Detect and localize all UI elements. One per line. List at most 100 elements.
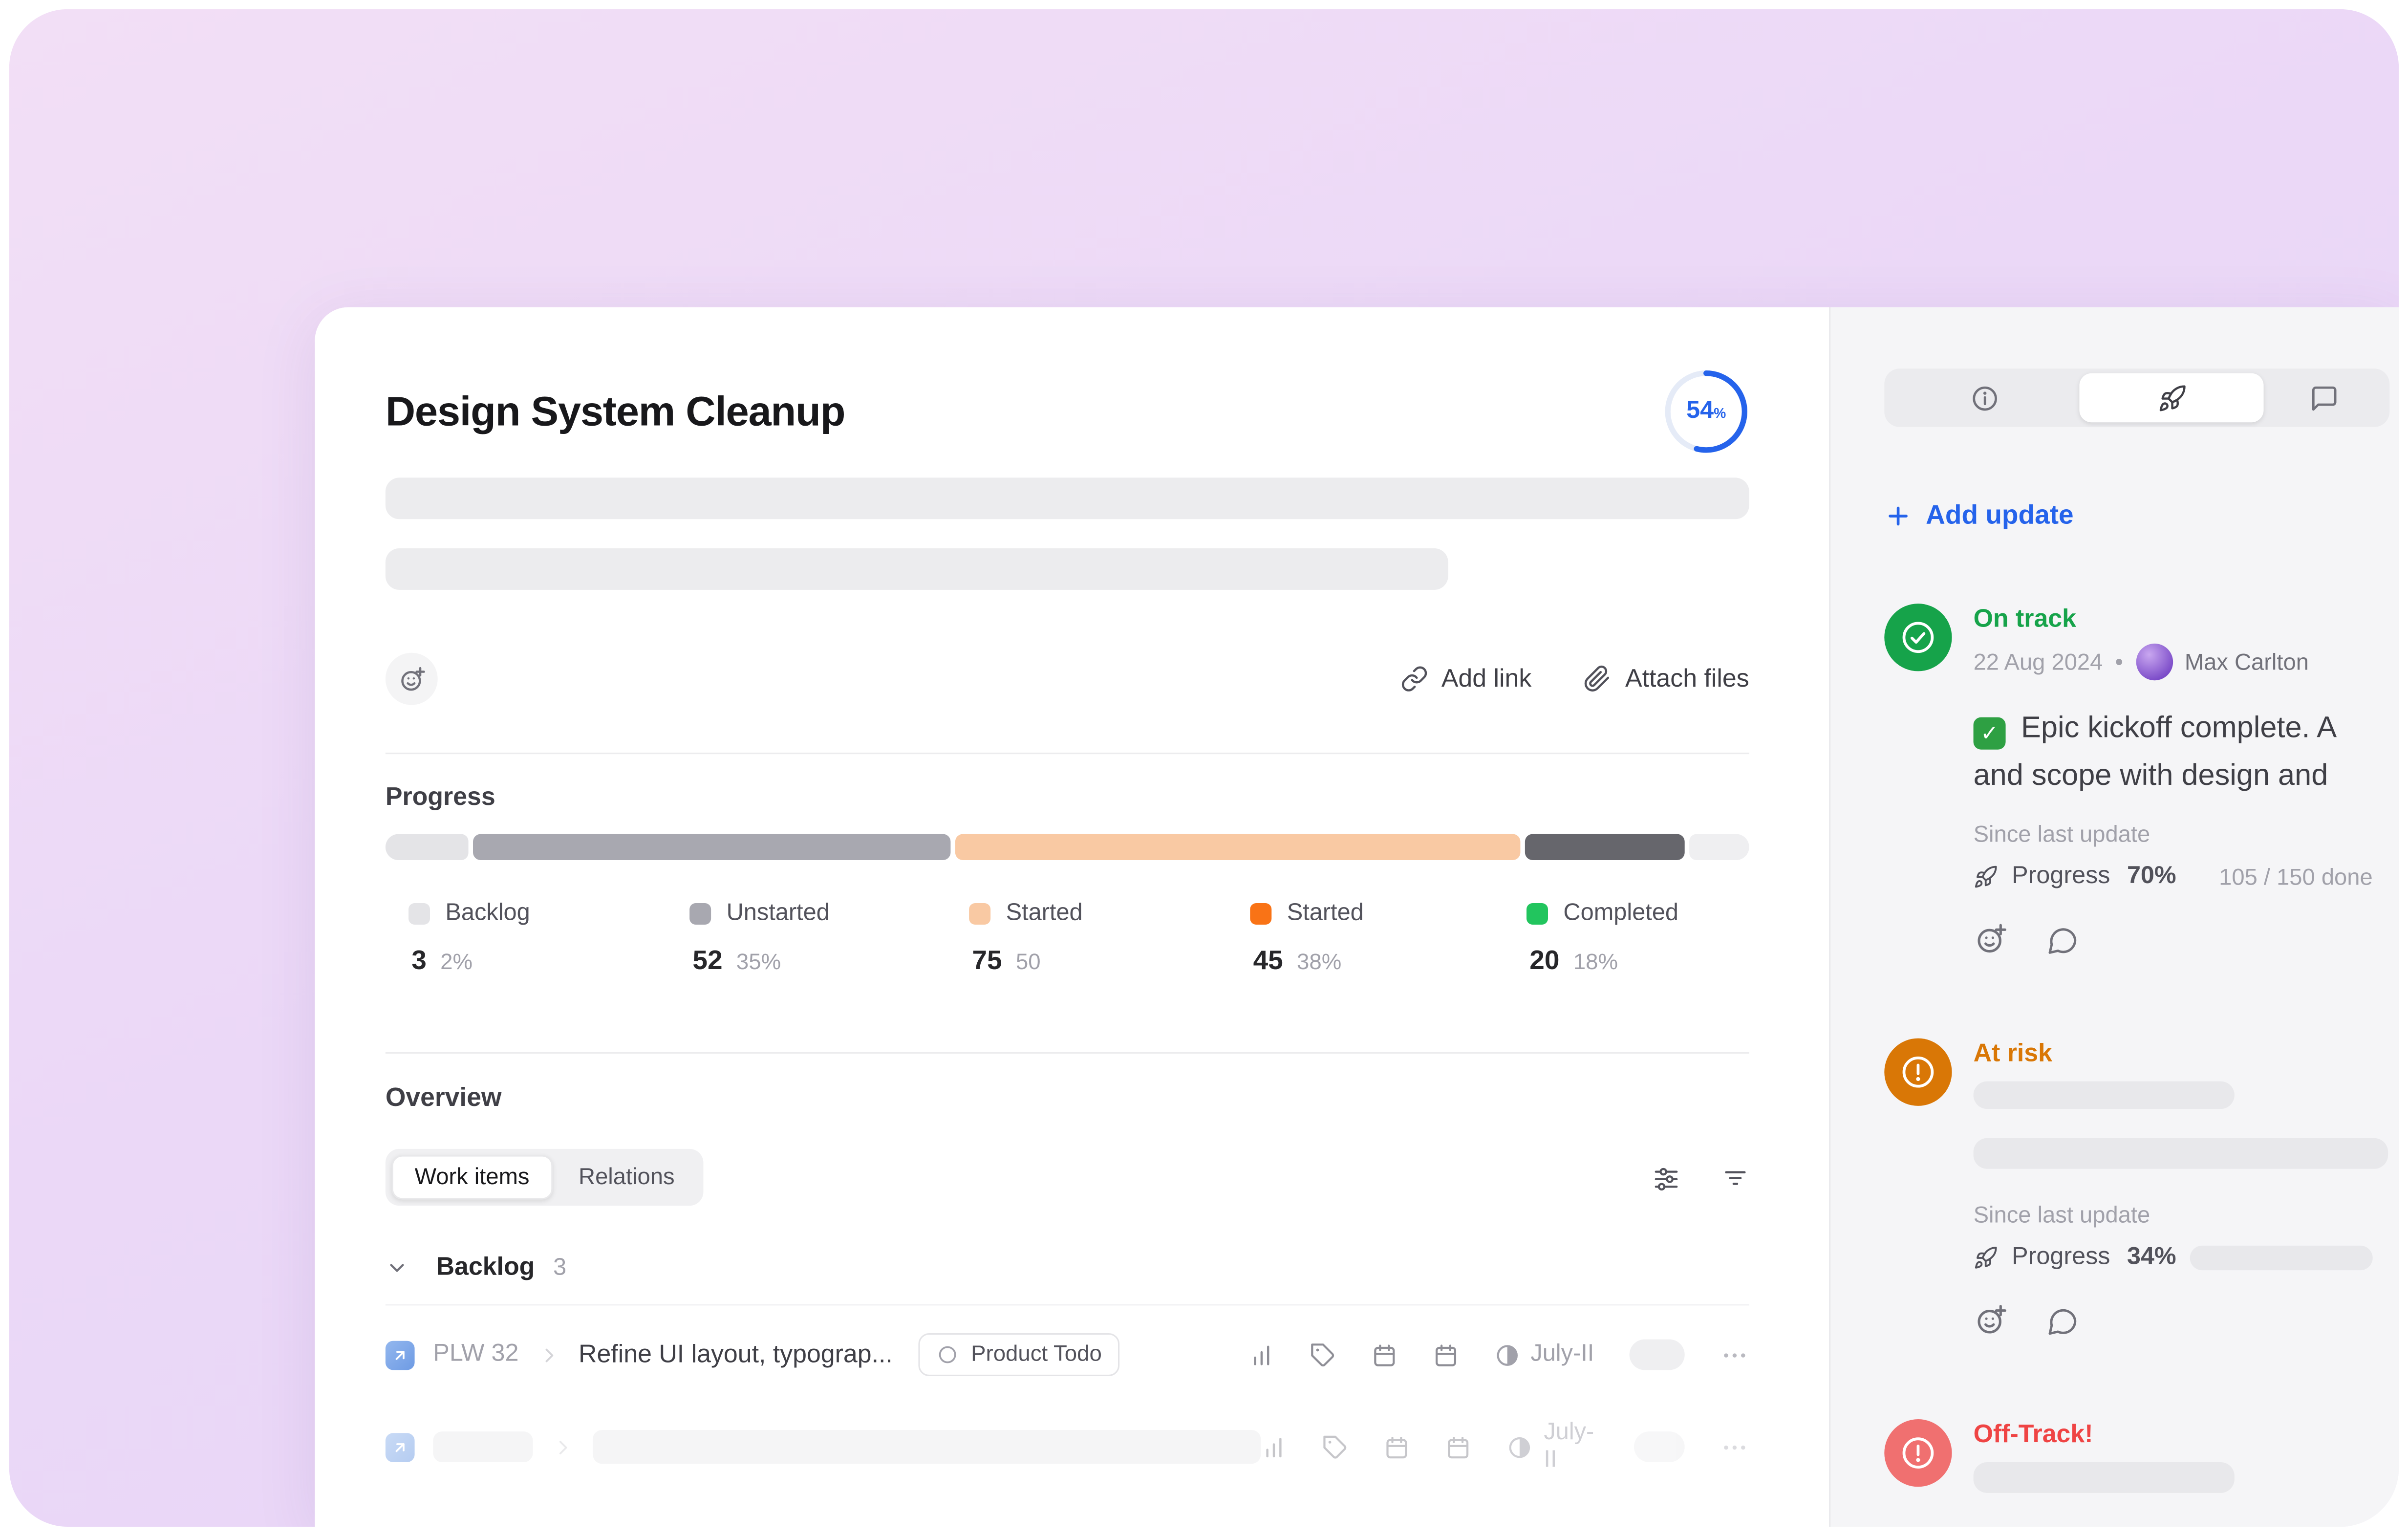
more-menu-icon[interactable] — [1720, 1340, 1749, 1369]
start-date-calendar-icon[interactable] — [1371, 1341, 1397, 1367]
legend-percent: 18% — [1573, 951, 1618, 975]
overview-tabs: Work items Relations — [386, 1149, 704, 1206]
due-date-calendar-icon — [1445, 1434, 1471, 1460]
legend-swatch-started-orange — [1250, 903, 1271, 925]
desktop-background: Design System Cleanup 54 % — [9, 9, 2399, 1527]
legend-swatch-backlog — [408, 903, 430, 925]
cycle-chip[interactable]: July-II — [1494, 1341, 1594, 1369]
group-count: 3 — [553, 1254, 566, 1282]
bar-chart-icon[interactable] — [1248, 1341, 1274, 1367]
cycle-name: July-II — [1544, 1419, 1599, 1474]
legend-item-backlog: Backlog 32% — [408, 900, 530, 977]
work-item-row[interactable]: PLW 32 Refine UI layout, typograp... Pro… — [386, 1325, 1749, 1384]
group-name: Backlog — [436, 1254, 535, 1283]
update-skeleton-line — [1974, 1462, 2235, 1493]
progress-stacked-bar — [386, 834, 1749, 860]
update-reactions — [1974, 1302, 2373, 1338]
update-progress-row: Progress 70% 105 / 150 done — [1974, 860, 2373, 894]
update-progress-row: Progress 34% — [1974, 1241, 2373, 1275]
legend-count: 75 — [972, 945, 1002, 977]
comment-icon — [2310, 383, 2339, 412]
legend-swatch-unstarted — [689, 903, 711, 925]
work-item-properties: July-II — [1248, 1340, 1749, 1370]
work-item-id-skeleton — [433, 1431, 533, 1462]
tab-comments[interactable] — [2264, 373, 2385, 423]
progress-ring-label: 54 % — [1663, 368, 1749, 454]
work-item-title[interactable]: Refine UI layout, typograp... — [579, 1340, 893, 1369]
bar-chart-icon — [1261, 1434, 1287, 1460]
smiley-plus-icon — [397, 664, 426, 693]
progress-segment-backlog — [386, 834, 469, 860]
cycle-half-circle-icon — [1494, 1341, 1520, 1367]
tab-work-items[interactable]: Work items — [391, 1155, 552, 1199]
work-item-properties: July-II — [1261, 1419, 1749, 1474]
plus-icon — [1884, 501, 1912, 529]
epic-detail-panel: Design System Cleanup 54 % — [315, 307, 1829, 1527]
filter-icon[interactable] — [1721, 1164, 1749, 1191]
add-reaction-button[interactable] — [386, 653, 438, 705]
legend-item-unstarted: Unstarted 5235% — [689, 900, 830, 977]
tab-updates[interactable] — [2079, 373, 2263, 423]
app-window: Design System Cleanup 54 % — [315, 307, 2399, 1527]
state-circle-icon — [937, 1344, 959, 1365]
attach-files-label: Attach files — [1625, 664, 1749, 693]
work-item-type-icon — [386, 1432, 415, 1462]
add-update-button[interactable]: Add update — [1884, 499, 2073, 531]
at-risk-status-icon — [1884, 1038, 1952, 1106]
legend-count: 45 — [1253, 945, 1283, 977]
overview-filter-icons — [1653, 1164, 1749, 1191]
state-badge[interactable]: Product Todo — [919, 1333, 1120, 1376]
add-link-button[interactable]: Add link — [1400, 664, 1531, 693]
progress-segment-completed — [1525, 834, 1685, 860]
update-content: At risk Since last update — [1974, 1038, 2373, 1338]
divider — [386, 753, 1749, 754]
legend-item-started: Started 7550 — [969, 900, 1083, 977]
display-settings-icon[interactable] — [1653, 1164, 1680, 1191]
info-icon — [1970, 383, 1999, 412]
due-date-calendar-icon[interactable] — [1432, 1341, 1458, 1367]
legend-count: 3 — [411, 945, 427, 977]
work-item-id: PLW 32 — [433, 1341, 518, 1369]
chevron-right-icon — [553, 1437, 573, 1457]
chevron-right-icon[interactable] — [538, 1345, 559, 1365]
update-status-label: Off-Track! — [1974, 1419, 2373, 1450]
legend-label: Started — [1006, 900, 1083, 928]
tab-info[interactable] — [1889, 373, 2080, 423]
add-reaction-icon[interactable] — [1974, 922, 2009, 957]
epic-header: Design System Cleanup 54 % — [386, 368, 1749, 454]
add-reaction-icon[interactable] — [1974, 1302, 2009, 1338]
comment-bubble-icon[interactable] — [2045, 922, 2079, 956]
add-update-label: Add update — [1926, 499, 2074, 531]
update-content: Off-Track! — [1974, 1419, 2373, 1493]
label-tag-icon — [1323, 1434, 1349, 1460]
update-content: On track 22 Aug 2024 • Max Carlton ✓Epic… — [1974, 604, 2373, 957]
comment-bubble-icon[interactable] — [2045, 1303, 2079, 1337]
paperclip-icon — [1584, 665, 1612, 693]
legend-percent: 38% — [1297, 951, 1341, 975]
progress-segment-track — [1689, 834, 1749, 860]
progress-legend: Backlog 32% Unstarted 5235% Started 7550… — [386, 900, 1749, 986]
work-item-type-icon[interactable] — [386, 1340, 415, 1369]
label-tag-icon[interactable] — [1310, 1341, 1335, 1367]
update-skeleton-line — [1974, 1082, 2235, 1109]
link-icon — [1400, 665, 1428, 693]
legend-label: Unstarted — [727, 900, 830, 928]
update-reactions — [1974, 922, 2373, 957]
assignee-skeleton[interactable] — [1630, 1340, 1685, 1370]
update-off-track: Off-Track! — [1884, 1419, 2399, 1493]
group-header-backlog[interactable]: Backlog 3 — [386, 1254, 1749, 1306]
chevron-down-icon[interactable] — [386, 1256, 408, 1279]
author-avatar — [2135, 644, 2172, 680]
done-count-label: 105 / 150 done — [2219, 864, 2373, 890]
work-item-title-skeleton — [593, 1430, 1261, 1464]
tab-relations[interactable]: Relations — [556, 1155, 698, 1199]
on-track-status-icon — [1884, 604, 1952, 671]
progress-segment-unstarted — [473, 834, 950, 860]
attach-files-button[interactable]: Attach files — [1584, 664, 1749, 693]
progress-percent-sign: % — [1714, 406, 1726, 421]
work-item-row-skeleton[interactable]: July-II — [386, 1418, 1749, 1476]
progress-value: 34% — [2127, 1244, 2176, 1272]
update-message-line1: Epic kickoff complete. A — [2021, 711, 2337, 745]
update-at-risk: At risk Since last update — [1884, 1038, 2399, 1338]
page-title: Design System Cleanup — [386, 388, 845, 435]
